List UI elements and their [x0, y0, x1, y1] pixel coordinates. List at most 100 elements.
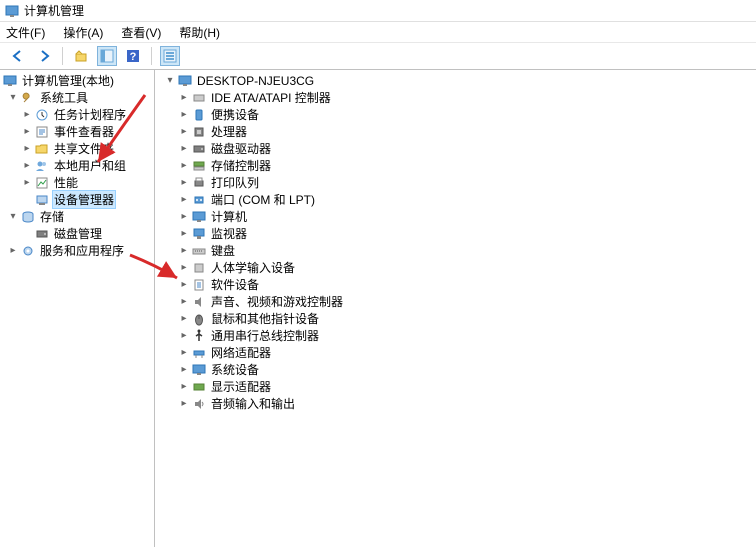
expander-icon[interactable]: ▸ [177, 397, 191, 411]
system-icon [191, 362, 207, 378]
gear-icon [20, 243, 36, 259]
app-icon [4, 3, 20, 19]
users-icon [34, 158, 50, 174]
forward-button[interactable] [34, 46, 54, 66]
tree-task-scheduler[interactable]: ▸ 任务计划程序 [2, 106, 154, 123]
ide-icon [191, 90, 207, 106]
expander-icon[interactable]: ▸ [177, 329, 191, 343]
show-hide-tree-button[interactable] [97, 46, 117, 66]
device-audio-io[interactable]: ▸ 音频输入和输出 [159, 395, 756, 412]
menubar: 文件(F) 操作(A) 查看(V) 帮助(H) [0, 22, 756, 42]
right-tree-pane[interactable]: ▾ DESKTOP-NJEU3CG ▸IDE ATA/ATAPI 控制器 ▸便携… [155, 70, 756, 547]
port-icon [191, 192, 207, 208]
tree-shared-folders[interactable]: ▸ 共享文件夹 [2, 140, 154, 157]
device-print-queues[interactable]: ▸打印队列 [159, 174, 756, 191]
hdd-icon [191, 141, 207, 157]
up-button[interactable] [71, 46, 91, 66]
tree-storage[interactable]: ▾ 存储 [2, 208, 154, 225]
device-display[interactable]: ▸显示适配器 [159, 378, 756, 395]
expander-icon[interactable]: ▸ [177, 210, 191, 224]
computer-management-icon [2, 73, 18, 89]
device-hid[interactable]: ▸人体学输入设备 [159, 259, 756, 276]
view-button[interactable] [160, 46, 180, 66]
audio-io-icon [191, 396, 207, 412]
expander-icon[interactable]: ▸ [177, 227, 191, 241]
menu-help[interactable]: 帮助(H) [177, 23, 222, 42]
expander-icon[interactable]: ▸ [177, 159, 191, 173]
expander-icon[interactable]: ▸ [177, 278, 191, 292]
tree-disk-management[interactable]: 磁盘管理 [2, 225, 154, 242]
tree-device-manager[interactable]: 设备管理器 [2, 191, 154, 208]
network-icon [191, 345, 207, 361]
expander-icon[interactable]: ▸ [6, 244, 20, 258]
device-monitors[interactable]: ▸监视器 [159, 225, 756, 242]
storage-controller-icon [191, 158, 207, 174]
expander-icon[interactable]: ▸ [177, 176, 191, 190]
device-portable[interactable]: ▸便携设备 [159, 106, 756, 123]
expander-icon[interactable]: ▸ [177, 125, 191, 139]
device-storage-controllers[interactable]: ▸存储控制器 [159, 157, 756, 174]
expander-icon[interactable]: ▸ [177, 108, 191, 122]
menu-file[interactable]: 文件(F) [4, 23, 47, 42]
expander-icon[interactable]: ▸ [177, 380, 191, 394]
device-usb[interactable]: ▸通用串行总线控制器 [159, 327, 756, 344]
tree-local-users[interactable]: ▸ 本地用户和组 [2, 157, 154, 174]
expander-icon[interactable]: ▸ [177, 244, 191, 258]
tree-performance[interactable]: ▸ 性能 [2, 174, 154, 191]
printer-icon [191, 175, 207, 191]
back-button[interactable] [8, 46, 28, 66]
window-title: 计算机管理 [24, 2, 84, 19]
expander-icon[interactable]: ▾ [6, 91, 20, 105]
folder-share-icon [34, 141, 50, 157]
device-ports[interactable]: ▸端口 (COM 和 LPT) [159, 191, 756, 208]
cpu-icon [191, 124, 207, 140]
portable-icon [191, 107, 207, 123]
device-audio[interactable]: ▸声音、视频和游戏控制器 [159, 293, 756, 310]
titlebar: 计算机管理 [0, 0, 756, 22]
keyboard-icon [191, 243, 207, 259]
expander-icon[interactable]: ▸ [177, 363, 191, 377]
expander-icon[interactable]: ▾ [6, 210, 20, 224]
device-mice[interactable]: ▸鼠标和其他指针设备 [159, 310, 756, 327]
device-software[interactable]: ▸软件设备 [159, 276, 756, 293]
device-keyboards[interactable]: ▸键盘 [159, 242, 756, 259]
expander-icon[interactable]: ▸ [20, 176, 34, 190]
clock-icon [34, 107, 50, 123]
expander-icon[interactable]: ▸ [177, 142, 191, 156]
expander-icon[interactable]: ▸ [20, 125, 34, 139]
tree-event-viewer[interactable]: ▸ 事件查看器 [2, 123, 154, 140]
device-processors[interactable]: ▸处理器 [159, 123, 756, 140]
device-tree-computer[interactable]: ▾ DESKTOP-NJEU3CG [159, 72, 756, 89]
wrench-icon [20, 90, 36, 106]
help-button[interactable]: ? [123, 46, 143, 66]
tree-label: DESKTOP-NJEU3CG [195, 73, 316, 89]
left-tree-pane[interactable]: 计算机管理(本地) ▾ 系统工具 ▸ 任务计划程序 ▸ 事件查看器 ▸ 共享文件… [0, 70, 155, 547]
display-adapter-icon [191, 379, 207, 395]
pc-icon [191, 209, 207, 225]
expander-icon[interactable]: ▸ [177, 295, 191, 309]
tree-label: 服务和应用程序 [38, 241, 126, 260]
menu-action[interactable]: 操作(A) [61, 23, 105, 42]
software-icon [191, 277, 207, 293]
expander-icon[interactable]: ▸ [177, 346, 191, 360]
device-computers[interactable]: ▸计算机 [159, 208, 756, 225]
expander-icon[interactable]: ▸ [177, 193, 191, 207]
expander-icon[interactable]: ▸ [177, 261, 191, 275]
expander-icon[interactable]: ▾ [163, 74, 177, 88]
menu-view[interactable]: 查看(V) [119, 23, 163, 42]
tree-root-computer-management[interactable]: 计算机管理(本地) [2, 72, 154, 89]
storage-icon [20, 209, 36, 225]
device-disk-drives[interactable]: ▸磁盘驱动器 [159, 140, 756, 157]
expander-icon[interactable]: ▸ [177, 312, 191, 326]
device-ide[interactable]: ▸IDE ATA/ATAPI 控制器 [159, 89, 756, 106]
device-system[interactable]: ▸系统设备 [159, 361, 756, 378]
expander-icon[interactable]: ▸ [20, 108, 34, 122]
expander-icon[interactable]: ▸ [20, 159, 34, 173]
tree-label: 音频输入和输出 [209, 394, 297, 413]
device-network[interactable]: ▸网络适配器 [159, 344, 756, 361]
monitor-icon [191, 226, 207, 242]
expander-icon[interactable]: ▸ [177, 91, 191, 105]
tree-services-apps[interactable]: ▸ 服务和应用程序 [2, 242, 154, 259]
expander-icon[interactable]: ▸ [20, 142, 34, 156]
tree-system-tools[interactable]: ▾ 系统工具 [2, 89, 154, 106]
